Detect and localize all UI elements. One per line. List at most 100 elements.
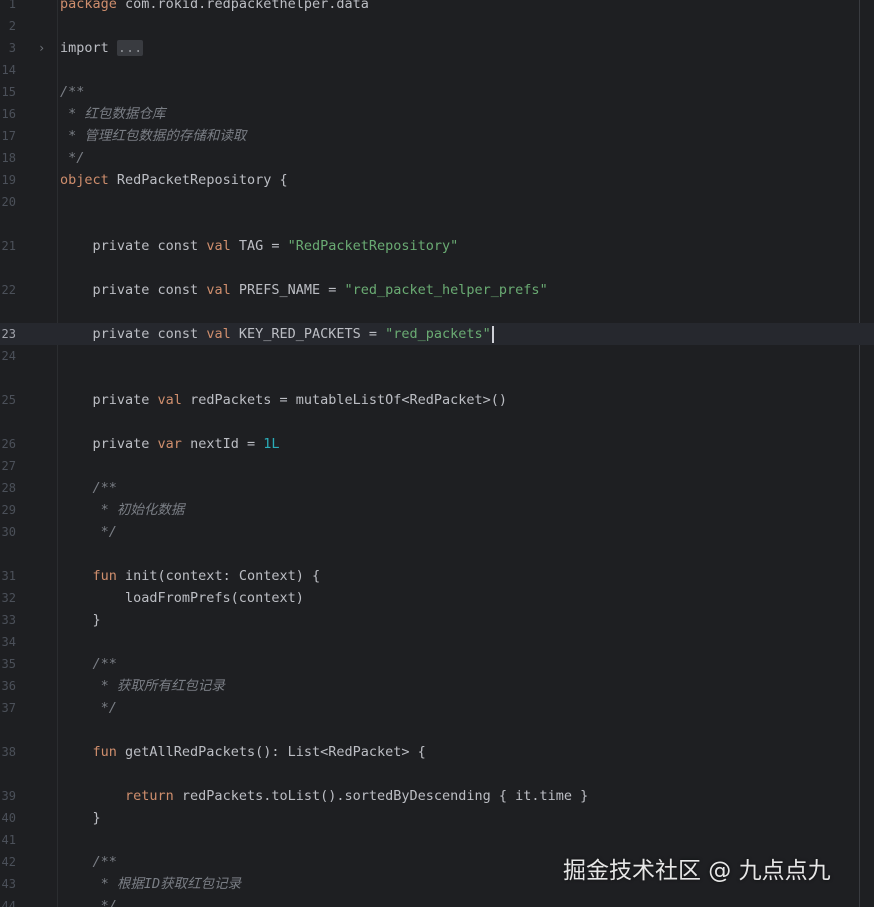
line-number: 1: [8, 0, 16, 11]
line-number: 38: [1, 745, 16, 759]
code-text[interactable]: private val redPackets = mutableListOf<R…: [60, 389, 508, 411]
code-text[interactable]: * 根据ID获取红包记录: [60, 873, 242, 895]
code-line[interactable]: 44 */: [0, 895, 874, 907]
code-token: /**: [60, 854, 117, 870]
code-line[interactable]: 21 private const val TAG = "RedPacketRep…: [0, 235, 874, 257]
code-token: redPackets.toList().sortedByDescending {…: [173, 788, 589, 804]
code-line[interactable]: 31 fun init(context: Context) {: [0, 565, 874, 587]
code-text[interactable]: */: [60, 147, 84, 169]
code-line[interactable]: 20: [0, 191, 874, 213]
code-line[interactable]: 14: [0, 59, 874, 81]
line-number: 35: [1, 657, 16, 671]
code-token: val: [157, 392, 182, 408]
code-line[interactable]: 35 /**: [0, 653, 874, 675]
code-token: RedPacketRepository {: [108, 172, 288, 188]
code-line[interactable]: 15 /**: [0, 81, 874, 103]
code-line[interactable]: 32 loadFromPrefs(context): [0, 587, 874, 609]
code-text[interactable]: * 管理红包数据的存储和读取: [60, 125, 246, 147]
code-text[interactable]: private const val TAG = "RedPacketReposi…: [60, 235, 459, 257]
code-token: import: [60, 40, 117, 56]
fold-chevron-icon[interactable]: ›: [38, 37, 50, 59]
code-line[interactable]: 40 }: [0, 807, 874, 829]
line-number: 22: [1, 283, 16, 297]
code-text[interactable]: private var nextId = 1L: [60, 433, 280, 455]
code-token: private: [60, 436, 158, 452]
code-token: */: [60, 700, 117, 716]
code-token: init(context: Context) {: [116, 568, 321, 584]
code-line[interactable]: 30 */: [0, 521, 874, 543]
code-text[interactable]: /**: [60, 851, 117, 873]
line-number: 37: [1, 701, 16, 715]
code-token: */: [60, 524, 117, 540]
code-line[interactable]: 37 */: [0, 697, 874, 719]
code-line[interactable]: 16 * 红包数据仓库: [0, 103, 874, 125]
code-editor[interactable]: 1 package com.rokid.redpackethelper.data 2…: [0, 0, 874, 907]
line-number: 27: [1, 459, 16, 473]
code-text[interactable]: * 初始化数据: [60, 499, 185, 521]
code-line[interactable]: 39 return redPackets.toList().sortedByDe…: [0, 785, 874, 807]
line-number: 14: [1, 63, 16, 77]
code-token: private const: [60, 238, 207, 254]
code-token: KEY_RED_PACKETS =: [230, 326, 386, 342]
code-line[interactable]: 28 /**: [0, 477, 874, 499]
code-line[interactable]: 3 › import ...: [0, 37, 874, 59]
code-text[interactable]: return redPackets.toList().sortedByDesce…: [60, 785, 588, 807]
line-number: 26: [1, 437, 16, 451]
code-token: * 获取所有红包记录: [60, 678, 225, 694]
code-text[interactable]: */: [60, 697, 117, 719]
code-line[interactable]: 41: [0, 829, 874, 851]
code-text[interactable]: package com.rokid.redpackethelper.data: [60, 0, 369, 15]
code-token: private: [60, 392, 158, 408]
code-line[interactable]: 1 package com.rokid.redpackethelper.data: [0, 0, 874, 15]
code-text[interactable]: }: [60, 609, 101, 631]
code-token: var: [157, 436, 182, 452]
code-text[interactable]: import ...: [60, 37, 144, 59]
code-text[interactable]: object RedPacketRepository {: [60, 169, 288, 191]
code-token: "red_packet_helper_prefs": [344, 282, 548, 298]
code-line[interactable]: 17 * 管理红包数据的存储和读取: [0, 125, 874, 147]
code-line[interactable]: 2: [0, 15, 874, 37]
code-token: /**: [60, 480, 117, 496]
code-token: fun: [60, 744, 117, 760]
code-line[interactable]: 38 fun getAllRedPackets(): List<RedPacke…: [0, 741, 874, 763]
code-line[interactable]: 18 */: [0, 147, 874, 169]
code-text[interactable]: /**: [60, 81, 84, 103]
code-line[interactable]: 19 object RedPacketRepository {: [0, 169, 874, 191]
code-line[interactable]: 25 private val redPackets = mutableListO…: [0, 389, 874, 411]
code-token: */: [60, 150, 85, 166]
code-token: 1L: [263, 436, 280, 452]
code-line[interactable]: 34: [0, 631, 874, 653]
line-number: 34: [1, 635, 16, 649]
code-text[interactable]: * 红包数据仓库: [60, 103, 165, 125]
code-token: /**: [60, 656, 117, 672]
code-text[interactable]: fun init(context: Context) {: [60, 565, 321, 587]
code-token: * 管理红包数据的存储和读取: [60, 128, 247, 144]
code-line[interactable]: 33 }: [0, 609, 874, 631]
code-text[interactable]: }: [60, 807, 101, 829]
code-line[interactable]: 24: [0, 345, 874, 367]
code-text[interactable]: loadFromPrefs(context): [60, 587, 304, 609]
code-text[interactable]: * 获取所有红包记录: [60, 675, 225, 697]
code-token: getAllRedPackets(): List<RedPacket> {: [116, 744, 426, 760]
code-line[interactable]: 36 * 获取所有红包记录: [0, 675, 874, 697]
code-line[interactable]: 29 * 初始化数据: [0, 499, 874, 521]
code-text[interactable]: */: [60, 521, 117, 543]
code-text[interactable]: */: [60, 895, 117, 907]
code-line[interactable]: 27: [0, 455, 874, 477]
code-line[interactable]: 22 private const val PREFS_NAME = "red_p…: [0, 279, 874, 301]
code-token: return: [60, 788, 174, 804]
line-number: 42: [1, 855, 16, 869]
code-text[interactable]: /**: [60, 653, 117, 675]
folded-imports[interactable]: ...: [116, 40, 144, 56]
code-text[interactable]: fun getAllRedPackets(): List<RedPacket> …: [60, 741, 426, 763]
code-text[interactable]: /**: [60, 477, 117, 499]
code-token: * 红包数据仓库: [60, 106, 166, 122]
code-line[interactable]: 23 private const val KEY_RED_PACKETS = "…: [0, 323, 874, 345]
code-text[interactable]: private const val PREFS_NAME = "red_pack…: [60, 279, 548, 301]
line-number: 29: [1, 503, 16, 517]
line-number: 16: [1, 107, 16, 121]
code-text[interactable]: private const val KEY_RED_PACKETS = "red…: [60, 323, 494, 345]
code-token: private const: [60, 326, 207, 342]
code-line[interactable]: 26 private var nextId = 1L: [0, 433, 874, 455]
line-number: 33: [1, 613, 16, 627]
